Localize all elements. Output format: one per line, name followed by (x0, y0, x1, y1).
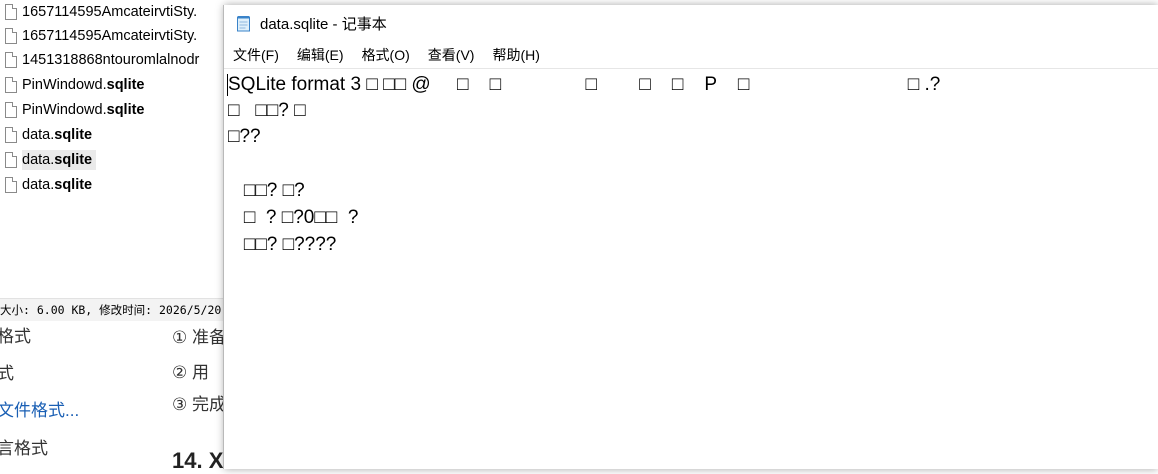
window-title: data.sqlite - 记事本 (260, 16, 387, 33)
doc-step: ③ 完成 (172, 395, 226, 414)
file-icon (5, 28, 17, 44)
file-name: data.sqlite (22, 177, 93, 193)
file-row-selected[interactable]: data.sqlite (0, 148, 240, 172)
file-icon (5, 177, 17, 193)
menu-view[interactable]: 查看(V) (419, 45, 484, 65)
file-row[interactable]: 1451318868ntouromlalnodr (0, 48, 240, 72)
editor-line: □ □□? □ (228, 100, 306, 121)
file-name: data.sqlite (22, 150, 97, 170)
file-explorer-results: 1657114595AmcateirvtiSty. 1657114595Amca… (0, 0, 240, 321)
doc-nav-item[interactable]: 式 (0, 359, 14, 384)
editor-line: □□? □? (228, 180, 305, 201)
menu-bar: 文件(F) 编辑(E) 格式(O) 查看(V) 帮助(H) (224, 42, 1158, 68)
file-name: 1657114595AmcateirvtiSty. (22, 28, 198, 44)
file-row[interactable]: 1657114595AmcateirvtiSty. (0, 24, 240, 48)
file-row[interactable]: data.sqlite (0, 123, 240, 147)
file-row[interactable]: 1657114595AmcateirvtiSty. (0, 0, 240, 24)
menu-format[interactable]: 格式(O) (353, 45, 419, 65)
doc-step: ① 准备 (172, 328, 226, 347)
editor-line: □?? (228, 126, 261, 147)
menu-edit[interactable]: 编辑(E) (288, 45, 353, 65)
file-name: PinWindowd.sqlite (22, 77, 145, 93)
editor-line: □□? □???? (228, 234, 337, 255)
file-name: PinWindowd.sqlite (22, 102, 145, 118)
doc-nav-item[interactable]: 格式 (0, 322, 31, 347)
doc-step: ② 用 (172, 363, 209, 382)
file-name: 1451318868ntouromlalnodr (22, 52, 200, 68)
file-name: data.sqlite (22, 127, 93, 143)
file-row[interactable]: data.sqlite (0, 173, 240, 197)
editor-line: SQLite format 3 □ □□ @ □ □ □ □ □ P □ □ .… (228, 74, 941, 95)
help-document: 格式 式 文件格式... 言格式 ① 准备 ② 用 ③ 完成 14. X (0, 320, 240, 473)
text-editor[interactable]: SQLite format 3 □ □□ @ □ □ □ □ □ P □ □ .… (224, 68, 1158, 470)
doc-nav-item[interactable]: 言格式 (0, 434, 48, 459)
status-bar: 大小: 6.00 KB, 修改时间: 2026/5/20 1 (0, 298, 240, 321)
file-icon (5, 102, 17, 118)
file-row[interactable]: PinWindowd.sqlite (0, 98, 240, 122)
doc-heading: 14. X (172, 448, 224, 473)
doc-nav-link[interactable]: 文件格式... (0, 396, 79, 421)
file-icon (5, 4, 17, 20)
file-icon (5, 77, 17, 93)
file-name: 1657114595AmcateirvtiSty. (22, 4, 198, 20)
menu-help[interactable]: 帮助(H) (483, 45, 548, 65)
file-icon (5, 52, 17, 68)
title-bar[interactable]: data.sqlite - 记事本 (224, 5, 1158, 42)
notepad-window[interactable]: data.sqlite - 记事本 文件(F) 编辑(E) 格式(O) 查看(V… (224, 5, 1158, 469)
notepad-icon (237, 16, 250, 32)
editor-line: □ ? □?0□□ ? (228, 207, 359, 228)
file-icon (5, 152, 17, 168)
menu-file[interactable]: 文件(F) (224, 45, 288, 65)
file-row[interactable]: PinWindowd.sqlite (0, 73, 240, 97)
file-icon (5, 127, 17, 143)
